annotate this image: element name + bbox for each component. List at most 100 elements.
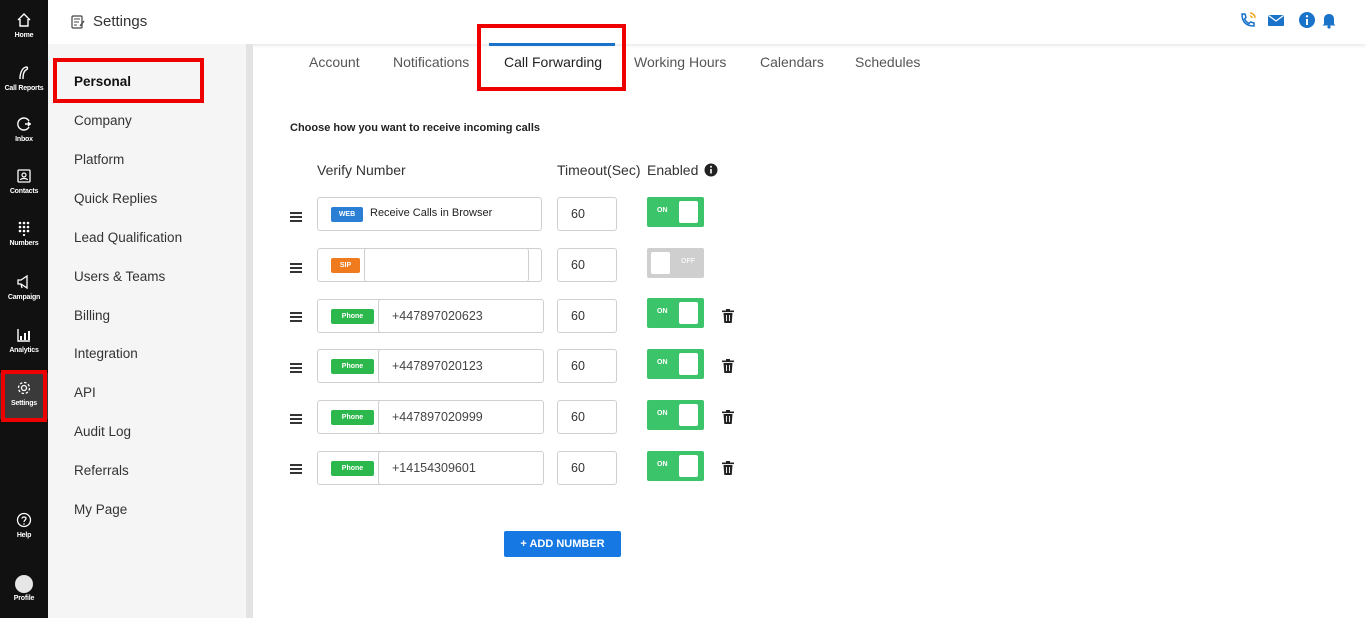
toggle-state-label: ON bbox=[657, 410, 668, 417]
timeout-field[interactable]: 60 bbox=[557, 248, 617, 282]
drag-handle-icon[interactable] bbox=[290, 312, 302, 322]
sidebar-item-audit-log[interactable]: Audit Log bbox=[74, 424, 131, 439]
number-field-sip[interactable]: SIP bbox=[317, 248, 542, 282]
sidebar-item-personal[interactable]: Personal bbox=[74, 74, 131, 89]
sidebar-divider bbox=[246, 44, 253, 618]
analytics-icon bbox=[17, 329, 30, 342]
rail-numbers[interactable]: Numbers bbox=[0, 220, 48, 268]
timeout-field[interactable]: 60 bbox=[557, 400, 617, 434]
enabled-toggle[interactable]: ON bbox=[647, 197, 704, 227]
drag-handle-icon[interactable] bbox=[290, 363, 302, 373]
rail-contacts-label: Contacts bbox=[9, 188, 39, 195]
enabled-toggle[interactable]: ON bbox=[647, 298, 704, 328]
drag-handle-icon[interactable] bbox=[290, 414, 302, 424]
phone-badge: Phone bbox=[331, 309, 374, 324]
rail-home[interactable]: Home bbox=[0, 12, 48, 60]
sidebar-item-billing[interactable]: Billing bbox=[74, 308, 110, 323]
toggle-state-label: ON bbox=[657, 359, 668, 366]
sip-address-input[interactable] bbox=[364, 248, 529, 282]
enabled-info-icon[interactable] bbox=[704, 163, 718, 177]
rail-help[interactable]: Help bbox=[0, 512, 48, 560]
phone-badge: Phone bbox=[331, 410, 374, 425]
sidebar-item-lead-qualification[interactable]: Lead Qualification bbox=[74, 230, 182, 245]
call-reports-icon bbox=[19, 66, 29, 80]
bell-icon[interactable] bbox=[1320, 11, 1338, 29]
sidebar-item-users-teams[interactable]: Users & Teams bbox=[74, 269, 165, 284]
phone-number-input[interactable]: +14154309601 bbox=[378, 451, 544, 485]
phone-number-input[interactable]: +447897020999 bbox=[378, 400, 544, 434]
timeout-field[interactable]: 60 bbox=[557, 349, 617, 383]
rail-contacts[interactable]: Contacts bbox=[0, 168, 48, 216]
sidebar-item-platform[interactable]: Platform bbox=[74, 152, 124, 167]
drag-handle-icon[interactable] bbox=[290, 464, 302, 474]
timeout-field[interactable]: 60 bbox=[557, 299, 617, 333]
enabled-toggle[interactable]: OFF bbox=[647, 248, 704, 278]
sidebar-item-integration[interactable]: Integration bbox=[74, 346, 138, 361]
number-field-phone[interactable]: Phone +447897020123 bbox=[317, 349, 544, 383]
drag-handle-icon[interactable] bbox=[290, 212, 302, 222]
sidebar-item-quick-replies[interactable]: Quick Replies bbox=[74, 191, 157, 206]
toggle-state-label: ON bbox=[657, 207, 668, 214]
rail-settings[interactable]: Settings bbox=[0, 373, 48, 419]
enabled-toggle[interactable]: ON bbox=[647, 349, 704, 379]
timeout-field[interactable]: 60 bbox=[557, 451, 617, 485]
number-field-phone[interactable]: Phone +447897020623 bbox=[317, 299, 544, 333]
number-field-web[interactable]: WEB Receive Calls in Browser bbox=[317, 197, 542, 231]
tab-notifications[interactable]: Notifications bbox=[393, 54, 469, 70]
column-header-number: Verify Number bbox=[317, 162, 406, 178]
tab-calendars[interactable]: Calendars bbox=[760, 54, 824, 70]
help-icon bbox=[16, 512, 32, 528]
rail-profile[interactable]: Profile bbox=[0, 575, 48, 618]
rail-call-reports[interactable]: Call Reports bbox=[0, 65, 48, 113]
section-heading: Choose how you want to receive incoming … bbox=[290, 122, 540, 134]
trash-icon[interactable] bbox=[722, 309, 734, 323]
number-field-phone[interactable]: Phone +14154309601 bbox=[317, 451, 544, 485]
inbox-icon bbox=[17, 117, 31, 131]
column-header-enabled: Enabled bbox=[647, 162, 699, 178]
sidebar-item-api[interactable]: API bbox=[74, 385, 96, 400]
rail-help-label: Help bbox=[16, 532, 32, 539]
rail-inbox[interactable]: Inbox bbox=[0, 116, 48, 164]
megaphone-icon bbox=[17, 274, 28, 290]
browser-calls-label: Receive Calls in Browser bbox=[370, 207, 493, 219]
sidebar-item-referrals[interactable]: Referrals bbox=[74, 463, 129, 478]
mail-icon[interactable] bbox=[1267, 11, 1285, 29]
timeout-field[interactable]: 60 bbox=[557, 197, 617, 231]
sidebar-item-my-page[interactable]: My Page bbox=[74, 502, 127, 517]
phone-number-value: +447897020999 bbox=[392, 410, 483, 424]
add-number-button[interactable]: + ADD NUMBER bbox=[504, 531, 621, 557]
phone-number-value: +447897020623 bbox=[392, 309, 483, 323]
active-tab-indicator bbox=[489, 43, 615, 46]
tab-account[interactable]: Account bbox=[309, 54, 360, 70]
trash-icon[interactable] bbox=[722, 359, 734, 373]
enabled-toggle[interactable]: ON bbox=[647, 400, 704, 430]
phone-number-input[interactable]: +447897020623 bbox=[378, 299, 544, 333]
rail-profile-label: Profile bbox=[13, 595, 35, 602]
rail-home-label: Home bbox=[14, 32, 34, 39]
settings-doc-icon bbox=[71, 15, 85, 29]
enabled-toggle[interactable]: ON bbox=[647, 451, 704, 481]
tab-schedules[interactable]: Schedules bbox=[855, 54, 920, 70]
trash-icon[interactable] bbox=[722, 410, 734, 424]
number-field-phone[interactable]: Phone +447897020999 bbox=[317, 400, 544, 434]
web-badge: WEB bbox=[331, 207, 363, 222]
rail-campaign[interactable]: Campaign bbox=[0, 274, 48, 322]
phone-ringing-icon[interactable] bbox=[1239, 11, 1257, 29]
avatar bbox=[15, 575, 33, 593]
tab-working-hours[interactable]: Working Hours bbox=[634, 54, 726, 70]
drag-handle-icon[interactable] bbox=[290, 263, 302, 273]
rail-inbox-label: Inbox bbox=[15, 136, 33, 143]
sip-badge: SIP bbox=[331, 258, 360, 273]
tab-call-forwarding[interactable]: Call Forwarding bbox=[504, 54, 602, 70]
phone-number-input[interactable]: +447897020123 bbox=[378, 349, 544, 383]
sidebar-item-company[interactable]: Company bbox=[74, 113, 132, 128]
trash-icon[interactable] bbox=[722, 461, 734, 475]
phone-badge: Phone bbox=[331, 359, 374, 374]
toggle-state-label: ON bbox=[657, 461, 668, 468]
rail-analytics[interactable]: Analytics bbox=[0, 327, 48, 375]
rail-call-reports-label: Call Reports bbox=[4, 85, 44, 92]
top-bar: Settings bbox=[48, 0, 1366, 44]
home-icon bbox=[17, 13, 31, 27]
info-icon[interactable] bbox=[1298, 11, 1316, 29]
gear-icon bbox=[17, 381, 31, 395]
